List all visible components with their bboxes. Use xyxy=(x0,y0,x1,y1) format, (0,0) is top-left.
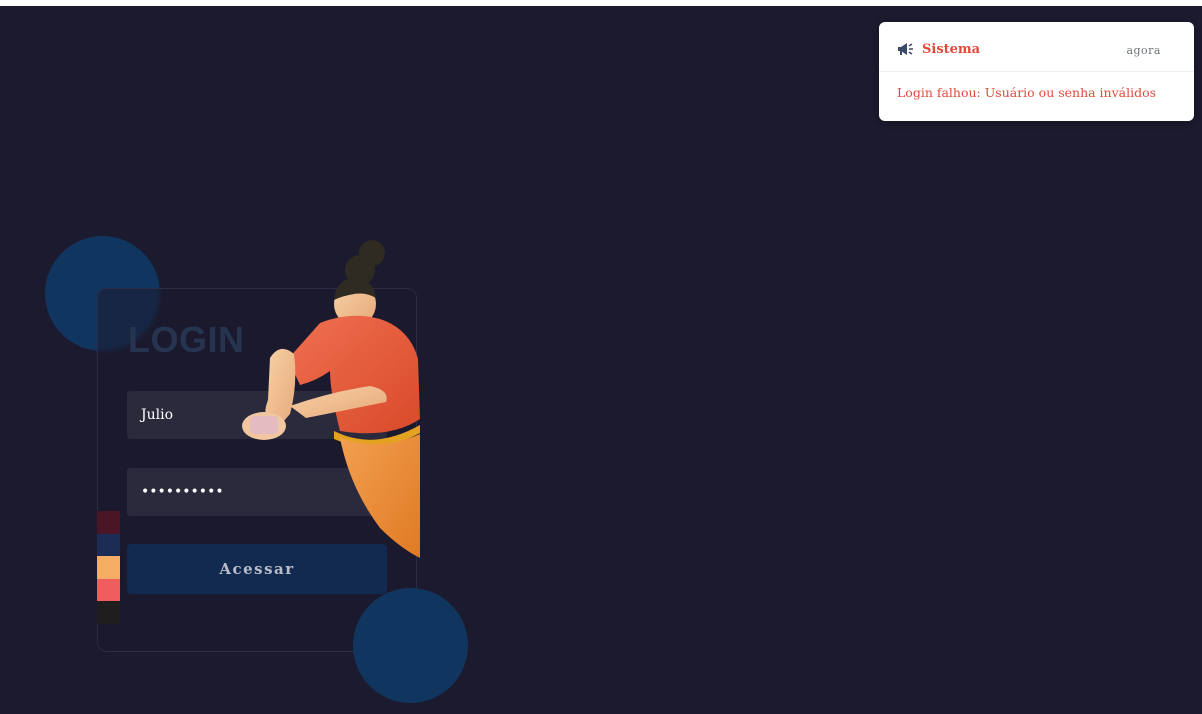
toast-title: Sistema xyxy=(922,42,981,57)
color-palette xyxy=(97,511,120,624)
toast-timestamp: agora xyxy=(1126,44,1161,57)
top-strip xyxy=(0,0,1202,6)
character-illustration xyxy=(242,240,420,558)
palette-swatch xyxy=(97,578,120,601)
decorative-circle-bottom xyxy=(353,588,468,703)
palette-swatch xyxy=(97,601,120,624)
login-title: LOGIN xyxy=(128,319,245,360)
toast-header: Sistema agora xyxy=(879,22,1194,72)
palette-swatch xyxy=(97,556,120,579)
megaphone-icon xyxy=(898,43,913,55)
toast-message: Login falhou: Usuário ou senha inválidos xyxy=(897,85,1157,100)
palette-swatch xyxy=(97,511,120,534)
notification-toast: Sistema agora Login falhou: Usuário ou s… xyxy=(879,22,1194,121)
palette-swatch xyxy=(97,533,120,556)
